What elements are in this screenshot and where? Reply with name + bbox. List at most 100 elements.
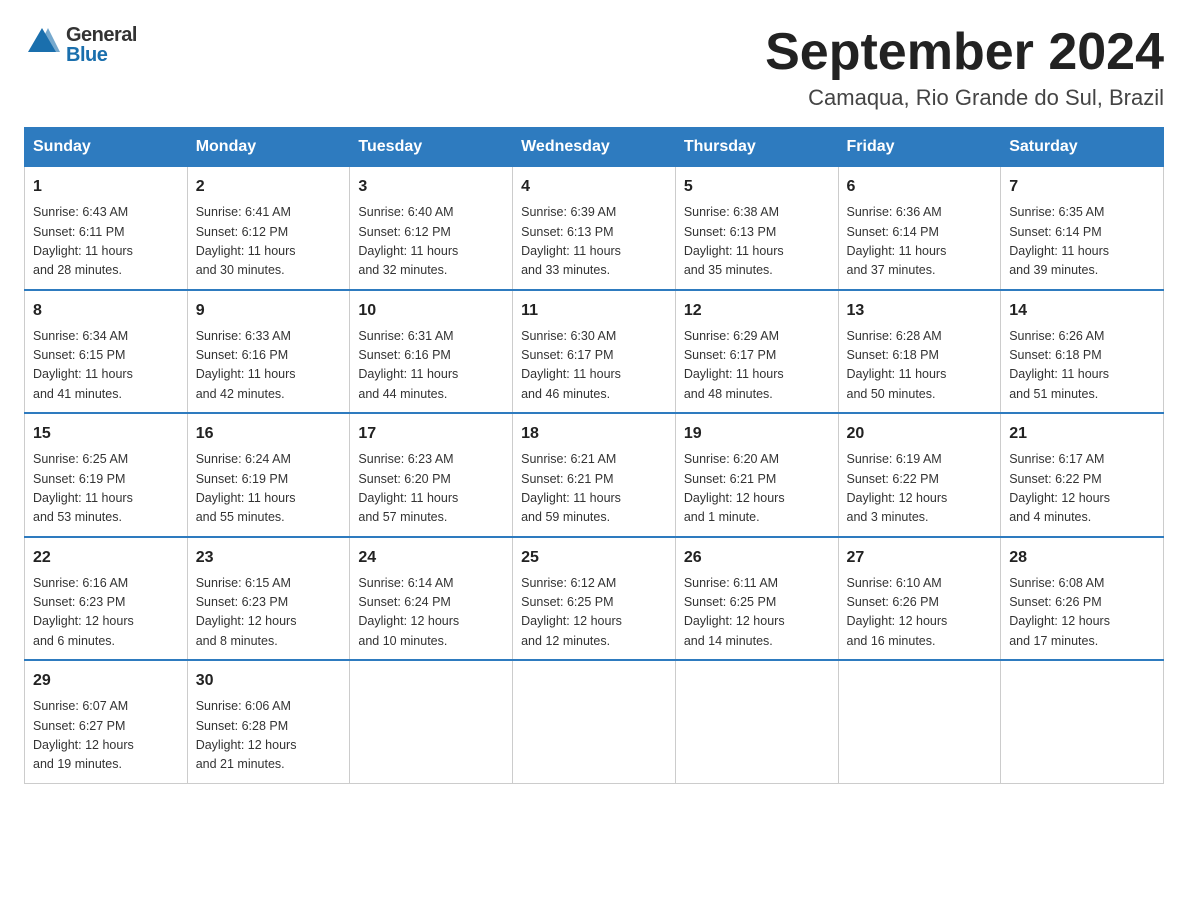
day-info: Sunrise: 6:33 AM Sunset: 6:16 PM Dayligh… — [196, 327, 342, 405]
day-of-week-header: Saturday — [1001, 128, 1164, 167]
calendar-week-row: 8Sunrise: 6:34 AM Sunset: 6:15 PM Daylig… — [25, 290, 1164, 414]
calendar-day-cell — [350, 660, 513, 783]
logo-icon — [24, 24, 60, 60]
day-info: Sunrise: 6:31 AM Sunset: 6:16 PM Dayligh… — [358, 327, 504, 405]
day-number: 20 — [847, 422, 993, 446]
day-number: 9 — [196, 299, 342, 323]
calendar-day-cell: 8Sunrise: 6:34 AM Sunset: 6:15 PM Daylig… — [25, 290, 188, 414]
logo-text-general: General — [66, 25, 137, 45]
day-of-week-header: Wednesday — [513, 128, 676, 167]
calendar-day-cell — [1001, 660, 1164, 783]
calendar-day-cell: 18 Sunrise: 6:21 AM Sunset: 6:21 PM Dayli… — [513, 413, 676, 537]
logo-text-blue: Blue — [66, 45, 137, 65]
day-info: Sunrise: 6:34 AM Sunset: 6:15 PM Dayligh… — [33, 327, 179, 405]
calendar-day-cell: 12 Sunrise: 6:29 AM Sunset: 6:17 PM Dayli… — [675, 290, 838, 414]
calendar-day-cell: 1 Sunrise: 6:43 AM Sunset: 6:11 PM Daylig… — [25, 167, 188, 290]
calendar-day-cell: 29 Sunrise: 6:07 AM Sunset: 6:27 PM Dayli… — [25, 660, 188, 783]
calendar-day-cell: 19 Sunrise: 6:20 AM Sunset: 6:21 PM Dayli… — [675, 413, 838, 537]
day-of-week-header: Monday — [187, 128, 350, 167]
day-info: Sunrise: 6:08 AM Sunset: 6:26 PM Dayligh… — [1009, 574, 1155, 652]
calendar-day-cell: 4 Sunrise: 6:39 AM Sunset: 6:13 PM Daylig… — [513, 167, 676, 290]
calendar-day-cell: 24 Sunrise: 6:14 AM Sunset: 6:24 PM Dayli… — [350, 537, 513, 661]
day-number: 1 — [33, 175, 179, 199]
day-info: Sunrise: 6:29 AM Sunset: 6:17 PM Dayligh… — [684, 327, 830, 405]
calendar-day-cell: 14 Sunrise: 6:26 AM Sunset: 6:18 PM Dayli… — [1001, 290, 1164, 414]
calendar-day-cell: 30 Sunrise: 6:06 AM Sunset: 6:28 PM Dayli… — [187, 660, 350, 783]
calendar-week-row: 15 Sunrise: 6:25 AM Sunset: 6:19 PM Dayli… — [25, 413, 1164, 537]
title-area: September 2024 Camaqua, Rio Grande do Su… — [765, 24, 1164, 111]
day-info: Sunrise: 6:40 AM Sunset: 6:12 PM Dayligh… — [358, 203, 504, 281]
day-number: 19 — [684, 422, 830, 446]
day-info: Sunrise: 6:38 AM Sunset: 6:13 PM Dayligh… — [684, 203, 830, 281]
day-info: Sunrise: 6:15 AM Sunset: 6:23 PM Dayligh… — [196, 574, 342, 652]
day-number: 22 — [33, 546, 179, 570]
day-number: 13 — [847, 299, 993, 323]
calendar-day-cell: 5 Sunrise: 6:38 AM Sunset: 6:13 PM Daylig… — [675, 167, 838, 290]
calendar-day-cell: 26 Sunrise: 6:11 AM Sunset: 6:25 PM Dayli… — [675, 537, 838, 661]
day-number: 3 — [358, 175, 504, 199]
calendar-week-row: 22 Sunrise: 6:16 AM Sunset: 6:23 PM Dayli… — [25, 537, 1164, 661]
calendar-day-cell: 13Sunrise: 6:28 AM Sunset: 6:18 PM Dayli… — [838, 290, 1001, 414]
day-number: 2 — [196, 175, 342, 199]
day-info: Sunrise: 6:10 AM Sunset: 6:26 PM Dayligh… — [847, 574, 993, 652]
day-info: Sunrise: 6:26 AM Sunset: 6:18 PM Dayligh… — [1009, 327, 1155, 405]
day-info: Sunrise: 6:20 AM Sunset: 6:21 PM Dayligh… — [684, 450, 830, 528]
day-info: Sunrise: 6:14 AM Sunset: 6:24 PM Dayligh… — [358, 574, 504, 652]
day-number: 29 — [33, 669, 179, 693]
day-number: 17 — [358, 422, 504, 446]
day-number: 4 — [521, 175, 667, 199]
day-info: Sunrise: 6:19 AM Sunset: 6:22 PM Dayligh… — [847, 450, 993, 528]
page-header: General Blue September 2024 Camaqua, Rio… — [24, 24, 1164, 111]
day-number: 15 — [33, 422, 179, 446]
day-number: 18 — [521, 422, 667, 446]
calendar-day-cell: 9 Sunrise: 6:33 AM Sunset: 6:16 PM Daylig… — [187, 290, 350, 414]
day-info: Sunrise: 6:41 AM Sunset: 6:12 PM Dayligh… — [196, 203, 342, 281]
calendar-subtitle: Camaqua, Rio Grande do Sul, Brazil — [765, 85, 1164, 111]
calendar-day-cell: 21Sunrise: 6:17 AM Sunset: 6:22 PM Dayli… — [1001, 413, 1164, 537]
calendar-day-cell: 28Sunrise: 6:08 AM Sunset: 6:26 PM Dayli… — [1001, 537, 1164, 661]
day-info: Sunrise: 6:06 AM Sunset: 6:28 PM Dayligh… — [196, 697, 342, 775]
calendar-week-row: 29 Sunrise: 6:07 AM Sunset: 6:27 PM Dayli… — [25, 660, 1164, 783]
day-number: 24 — [358, 546, 504, 570]
day-info: Sunrise: 6:43 AM Sunset: 6:11 PM Dayligh… — [33, 203, 179, 281]
day-info: Sunrise: 6:12 AM Sunset: 6:25 PM Dayligh… — [521, 574, 667, 652]
calendar-table: SundayMondayTuesdayWednesdayThursdayFrid… — [24, 127, 1164, 784]
day-number: 12 — [684, 299, 830, 323]
day-number: 5 — [684, 175, 830, 199]
calendar-day-cell: 7Sunrise: 6:35 AM Sunset: 6:14 PM Daylig… — [1001, 167, 1164, 290]
calendar-title: September 2024 — [765, 24, 1164, 81]
calendar-day-cell: 23 Sunrise: 6:15 AM Sunset: 6:23 PM Dayli… — [187, 537, 350, 661]
day-info: Sunrise: 6:23 AM Sunset: 6:20 PM Dayligh… — [358, 450, 504, 528]
day-info: Sunrise: 6:16 AM Sunset: 6:23 PM Dayligh… — [33, 574, 179, 652]
day-number: 11 — [521, 299, 667, 323]
day-info: Sunrise: 6:21 AM Sunset: 6:21 PM Dayligh… — [521, 450, 667, 528]
day-of-week-header: Friday — [838, 128, 1001, 167]
day-info: Sunrise: 6:11 AM Sunset: 6:25 PM Dayligh… — [684, 574, 830, 652]
calendar-header-row: SundayMondayTuesdayWednesdayThursdayFrid… — [25, 128, 1164, 167]
calendar-day-cell: 20 Sunrise: 6:19 AM Sunset: 6:22 PM Dayli… — [838, 413, 1001, 537]
calendar-day-cell: 25 Sunrise: 6:12 AM Sunset: 6:25 PM Dayli… — [513, 537, 676, 661]
day-info: Sunrise: 6:07 AM Sunset: 6:27 PM Dayligh… — [33, 697, 179, 775]
calendar-day-cell: 11Sunrise: 6:30 AM Sunset: 6:17 PM Dayli… — [513, 290, 676, 414]
day-number: 10 — [358, 299, 504, 323]
day-info: Sunrise: 6:24 AM Sunset: 6:19 PM Dayligh… — [196, 450, 342, 528]
day-number: 26 — [684, 546, 830, 570]
day-info: Sunrise: 6:35 AM Sunset: 6:14 PM Dayligh… — [1009, 203, 1155, 281]
day-number: 30 — [196, 669, 342, 693]
day-of-week-header: Sunday — [25, 128, 188, 167]
calendar-day-cell: 27 Sunrise: 6:10 AM Sunset: 6:26 PM Dayli… — [838, 537, 1001, 661]
day-info: Sunrise: 6:39 AM Sunset: 6:13 PM Dayligh… — [521, 203, 667, 281]
calendar-day-cell: 2 Sunrise: 6:41 AM Sunset: 6:12 PM Daylig… — [187, 167, 350, 290]
calendar-day-cell: 15 Sunrise: 6:25 AM Sunset: 6:19 PM Dayli… — [25, 413, 188, 537]
logo: General Blue — [24, 24, 137, 65]
day-number: 14 — [1009, 299, 1155, 323]
calendar-day-cell: 22 Sunrise: 6:16 AM Sunset: 6:23 PM Dayli… — [25, 537, 188, 661]
day-number: 23 — [196, 546, 342, 570]
day-number: 25 — [521, 546, 667, 570]
calendar-day-cell — [675, 660, 838, 783]
day-number: 6 — [847, 175, 993, 199]
day-number: 27 — [847, 546, 993, 570]
day-info: Sunrise: 6:25 AM Sunset: 6:19 PM Dayligh… — [33, 450, 179, 528]
calendar-day-cell: 16Sunrise: 6:24 AM Sunset: 6:19 PM Dayli… — [187, 413, 350, 537]
day-of-week-header: Tuesday — [350, 128, 513, 167]
